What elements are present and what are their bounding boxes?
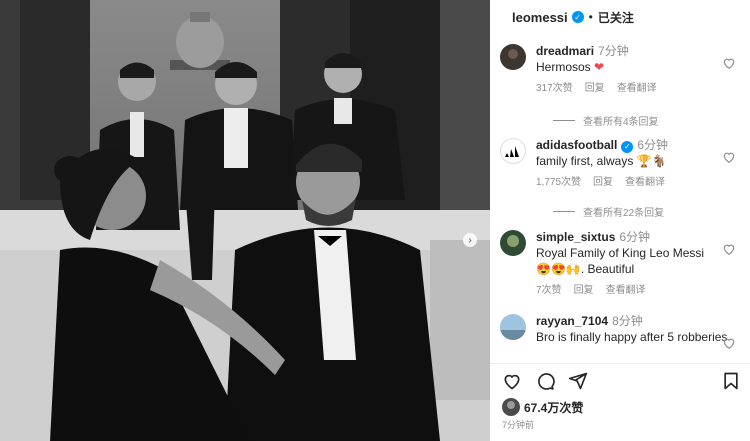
- post-header: leomessi ✓ • 已关注: [490, 0, 750, 34]
- header-separator: •: [588, 10, 593, 24]
- like-comment-heart-icon[interactable]: [722, 336, 736, 350]
- post-timestamp: 7分钟前: [502, 420, 535, 430]
- like-comment-heart-icon[interactable]: [722, 242, 736, 256]
- chevron-right-icon: ›: [468, 234, 472, 246]
- comment-avatar[interactable]: [500, 44, 526, 70]
- like-comment-heart-icon[interactable]: [722, 56, 736, 70]
- heart-icon[interactable]: [502, 371, 522, 391]
- view-replies-button[interactable]: 查看所有4条回复: [553, 113, 659, 128]
- comment-likes[interactable]: 1,775次赞: [536, 177, 581, 188]
- comment-text: Royal Family of King Leo Messi: [536, 246, 705, 260]
- reply-button[interactable]: 回复: [574, 285, 594, 296]
- heart-eyes-emoji-icon: 😍😍🙌: [536, 262, 581, 276]
- post-photo[interactable]: ›: [0, 0, 490, 441]
- like-comment-heart-icon[interactable]: [722, 150, 736, 164]
- comment-avatar[interactable]: [500, 314, 526, 340]
- translate-button[interactable]: 查看翻译: [625, 177, 665, 188]
- bookmark-icon[interactable]: [721, 371, 741, 391]
- red-heart-emoji-icon: ❤: [594, 60, 605, 74]
- reply-button[interactable]: 回复: [585, 83, 605, 94]
- comment-username[interactable]: dreadmari: [536, 44, 594, 58]
- comment-time: 6分钟: [637, 138, 669, 152]
- post-username[interactable]: leomessi: [512, 10, 568, 25]
- comment-time: 7分钟: [598, 44, 629, 58]
- view-replies-button[interactable]: 查看所有22条回复: [553, 204, 664, 219]
- comment-time: 8分钟: [612, 314, 643, 328]
- adidas-logo-icon[interactable]: [500, 138, 526, 164]
- post-action-bar: 67.4万次赞 7分钟前: [490, 363, 750, 441]
- comments-panel: leomessi ✓ • 已关注 dreadmari 7分钟 Hermosos ❤…: [490, 0, 750, 441]
- liker-avatar: [502, 398, 520, 416]
- reply-button[interactable]: 回复: [593, 177, 613, 188]
- comment-time: 6分钟: [619, 230, 651, 244]
- comment-text-continued: . Beautiful: [580, 262, 635, 276]
- translate-button[interactable]: 查看翻译: [617, 83, 657, 94]
- comment-icon[interactable]: [535, 371, 555, 391]
- comment-likes[interactable]: 317次赞: [536, 83, 573, 94]
- carousel-next-button[interactable]: ›: [463, 233, 477, 247]
- share-icon[interactable]: [568, 371, 588, 391]
- translate-button[interactable]: 查看翻译: [606, 285, 646, 296]
- trophy-emoji-icon: 🏆: [636, 154, 652, 168]
- verified-badge-icon: ✓: [621, 140, 634, 153]
- comment-text: family first, always: [536, 154, 634, 168]
- comment-text: Hermosos: [536, 60, 591, 74]
- comment-username[interactable]: adidasfootball: [536, 138, 617, 152]
- comment-text: Bro is finally happy after 5 robberies: [536, 330, 728, 344]
- goat-emoji-icon: 🐐: [651, 154, 667, 168]
- comment-username[interactable]: rayyan_7104: [536, 314, 608, 328]
- likes-summary[interactable]: 67.4万次赞: [502, 398, 583, 416]
- family-photo-image: [0, 0, 490, 441]
- likes-count[interactable]: 67.4万次赞: [524, 399, 583, 416]
- comment-username[interactable]: simple_sixtus: [536, 230, 615, 244]
- follow-status-button[interactable]: 已关注: [598, 9, 634, 26]
- comment-likes[interactable]: 7次赞: [536, 285, 562, 296]
- verified-badge-icon: ✓: [571, 11, 584, 23]
- comment-avatar[interactable]: [500, 230, 526, 256]
